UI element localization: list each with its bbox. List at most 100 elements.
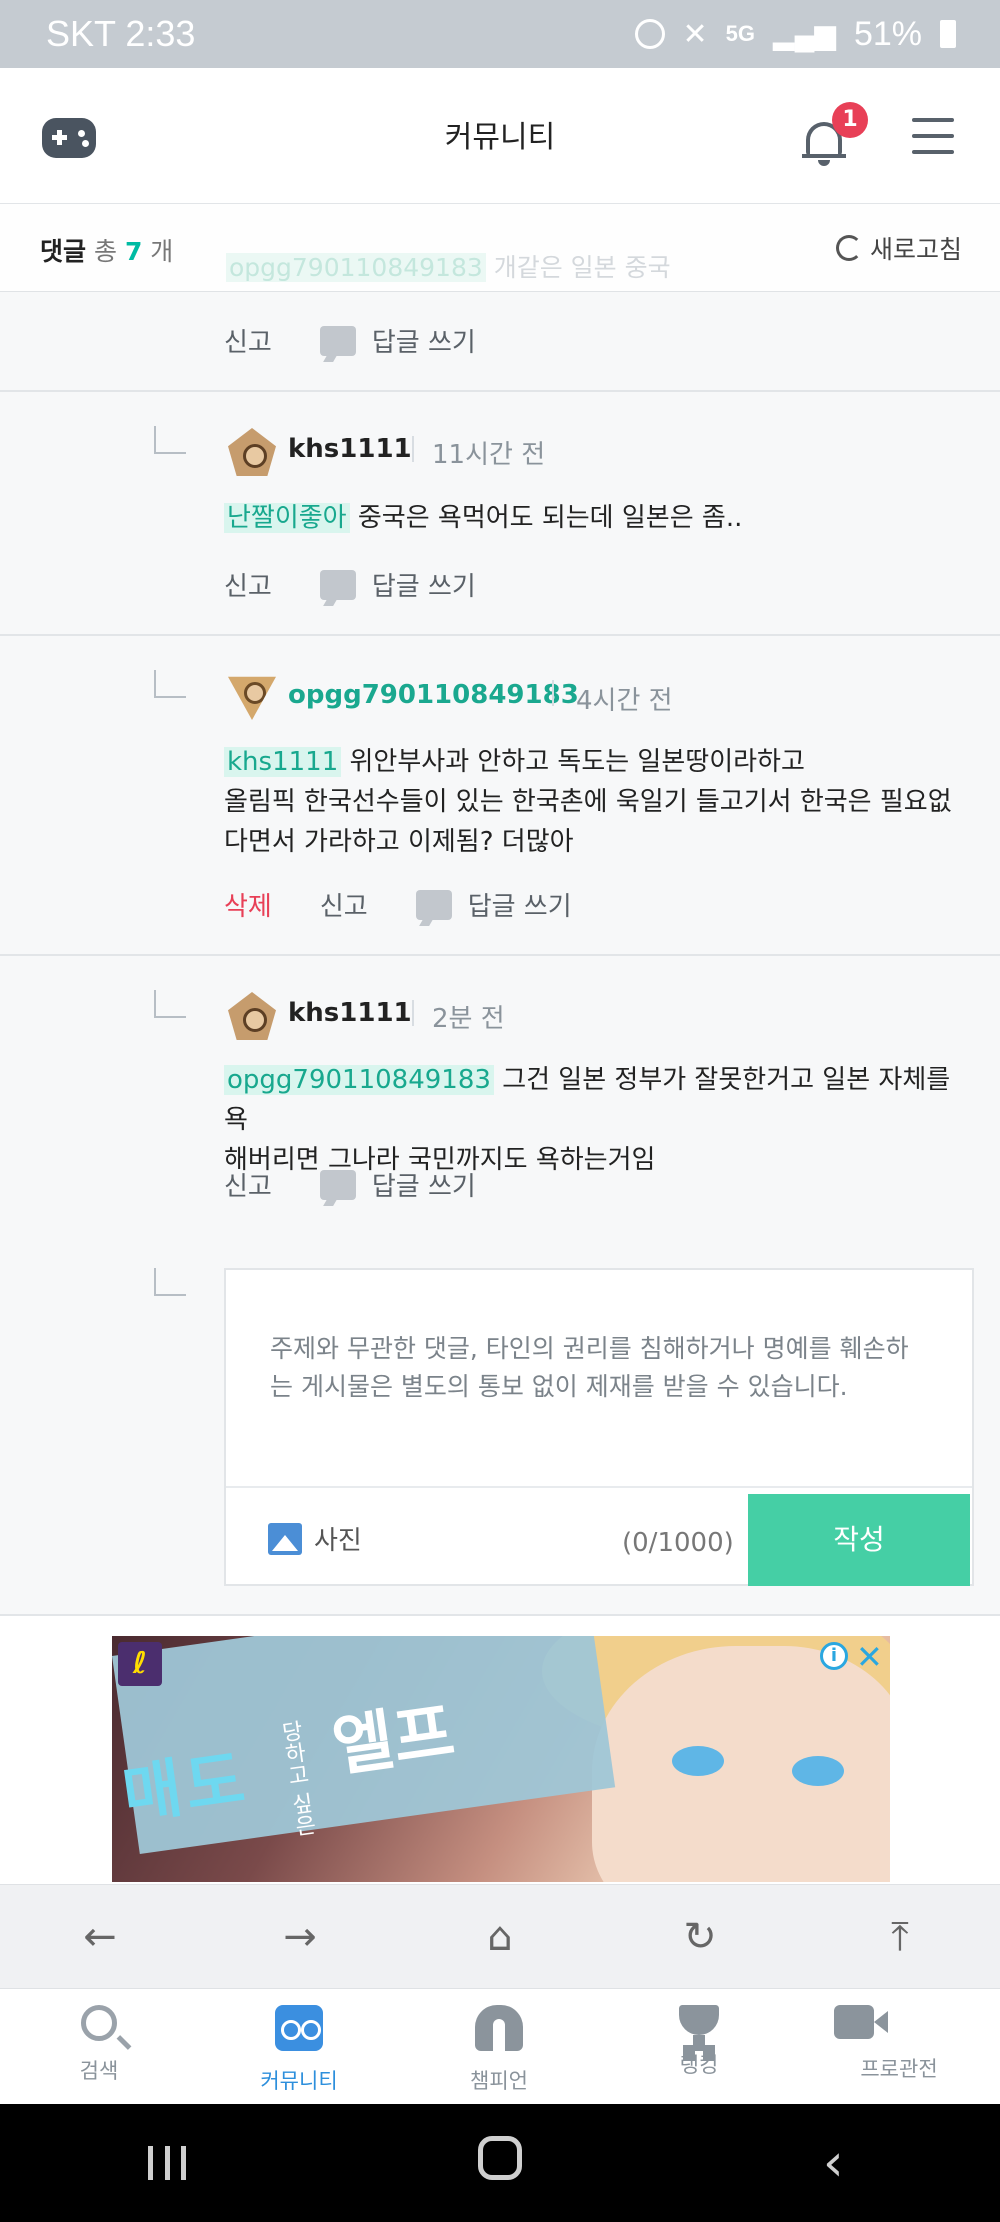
ad-banner[interactable]: 매도 당하고 싶은 엘프 ℓ i ✕ [112,1636,890,1882]
signal-icon: ▂▄▆ [773,18,836,50]
reply-button[interactable]: 답글 쓰기 [372,566,476,603]
ad-close-icon[interactable]: ✕ [856,1638,883,1676]
back-button[interactable]: ‹ [783,2133,883,2193]
nav-label: 프로관전 [860,2057,938,2081]
comment-item: 신고 답글 쓰기 [0,292,1000,392]
mention-tag[interactable]: opgg790110849183 [224,1065,494,1095]
trophy-icon [679,2005,719,2051]
comment-time: 2분 전 [432,1004,505,1034]
comment-actions: 신고 답글 쓰기 [224,322,476,359]
comment-count-label: 댓글 총 7 개 [40,232,173,268]
placeholder-line1: 주제와 무관한 댓글, 타인의 권리를 침해하거나 명예를 훼손하 [270,1334,909,1363]
scroll-top-icon[interactable]: ⤒ [870,1914,930,1960]
status-bar: SKT 2:33 ✕ 5G ▂▄▆ 51% [0,0,1000,68]
nav-item-search[interactable]: 검색 [34,2005,164,2085]
reply-editor[interactable]: 주제와 무관한 댓글, 타인의 권리를 침해하거나 명예를 훼손하 는 게시물은… [224,1268,974,1586]
mention-tag[interactable]: khs1111 [224,747,342,777]
reply-button[interactable]: 답글 쓰기 [468,886,572,923]
divider [552,680,554,706]
comment-body-line3: 다면서 가라하고 이제됨? 더많아 [224,827,574,857]
report-button[interactable]: 신고 [320,886,368,923]
faded-text: 개같은 일본 중국 [493,253,671,282]
nav-item-community[interactable]: 커뮤니티 [234,2005,364,2095]
reload-icon[interactable]: ↻ [670,1914,730,1960]
comment-time: 4시간 전 [576,686,673,716]
comment-item: khs1111 11시간 전 난짤이좋아 중국은 욕먹어도 되는데 일본은 좀.… [0,392,1000,636]
reply-button[interactable]: 답글 쓰기 [372,322,476,359]
comment-author[interactable]: opgg790110849183 [288,680,579,710]
photo-button[interactable]: 사진 [268,1520,362,1557]
divider [412,1000,414,1026]
chevron-left-icon: ‹ [822,2133,844,2193]
image-icon [268,1522,302,1555]
nav-label: 챔피언 [470,2069,528,2093]
reply-elbow-icon [154,990,186,1018]
nav-label: 랭킹 [679,2053,719,2077]
report-button[interactable]: 신고 [224,1166,272,1203]
submit-button[interactable]: 작성 [748,1494,970,1586]
reply-elbow-icon [154,670,186,698]
comment-item: opgg790110849183 4시간 전 khs1111 위안부사과 안하고… [0,636,1000,956]
menu-icon[interactable] [912,118,954,166]
comment-author[interactable]: khs1111 [288,998,412,1028]
faded-mention: opgg790110849183 [226,253,486,282]
alarm-icon [634,19,665,49]
comment-body-line2: 올림픽 한국선수들이 있는 한국촌에 욱일기 들고기서 한국은 필요없 [224,787,952,817]
ad-illustration-eye [672,1746,724,1776]
home-button[interactable] [450,2133,550,2193]
forward-icon[interactable]: → [270,1914,330,1960]
system-nav-bar: ‹ [0,2104,1000,2222]
nav-label: 커뮤니티 [260,2069,338,2093]
battery-text: 51% [853,14,922,53]
bottom-nav: 검색 커뮤니티 챔피언 랭킹 프로관전 [0,1988,1000,2104]
photo-label: 사진 [314,1526,362,1556]
ad-text-title: 엘프 [327,1692,459,1787]
delete-button[interactable]: 삭제 [224,886,272,923]
ad-area: 매도 당하고 싶은 엘프 ℓ i ✕ [0,1616,1000,1884]
ad-illustration-eye [792,1756,844,1786]
tier-badge-icon [228,992,276,1040]
report-button[interactable]: 신고 [224,322,272,359]
community-icon [275,2005,323,2051]
comment-text: opgg790110849183 그건 일본 정부가 잘못한거고 일본 자체를 … [224,1060,964,1180]
nav-item-pro-watch[interactable]: 프로관전 [834,2005,964,2083]
placeholder-line2: 는 게시물은 별도의 통보 없이 제재를 받을 수 있습니다. [270,1372,848,1401]
editor-placeholder[interactable]: 주제와 무관한 댓글, 타인의 권리를 침해하거나 명예를 훼손하 는 게시물은… [270,1330,930,1406]
reply-elbow-icon [154,1268,186,1296]
browser-toolbar: ← → ⌂ ↻ ⤒ [0,1884,1000,1988]
char-count: (0/1000) [622,1528,734,1558]
nav-item-ranking[interactable]: 랭킹 [634,2005,764,2079]
comment-body: 위안부사과 안하고 독도는 일본땅이라하고 [349,747,805,777]
comment-actions: 신고 답글 쓰기 [224,1166,476,1203]
refresh-icon [835,235,862,261]
notification-badge: 1 [832,102,868,138]
ad-info-icon[interactable]: i [820,1642,848,1670]
comments-label: 댓글 [40,237,87,266]
divider [412,436,414,462]
refresh-button[interactable]: 새로고침 [835,230,962,266]
reply-icon [319,569,356,600]
refresh-label: 새로고침 [869,235,962,264]
comment-body: 중국은 욕먹어도 되는데 일본은 좀.. [357,503,743,533]
recents-button[interactable] [117,2133,217,2193]
ad-text-main: 매도 [118,1742,254,1834]
recents-icon [147,2146,186,2180]
reply-elbow-icon [154,426,186,454]
report-button[interactable]: 신고 [224,566,272,603]
battery-icon [940,20,956,48]
reply-button[interactable]: 답글 쓰기 [372,1166,476,1203]
mention-tag[interactable]: 난짤이좋아 [224,503,350,533]
nav-item-champion[interactable]: 챔피언 [434,2005,564,2095]
tier-badge-icon [228,676,276,720]
faded-comment-text: opgg790110849183 개같은 일본 중국 [226,248,671,284]
home-icon[interactable]: ⌂ [470,1914,530,1960]
back-icon[interactable]: ← [70,1914,130,1960]
home-circle-icon [477,2136,522,2180]
editor-footer: 사진 (0/1000) 작성 [226,1486,972,1586]
ad-logo-icon: ℓ [118,1642,162,1686]
reply-icon [319,1169,356,1200]
comment-text: khs1111 위안부사과 안하고 독도는 일본땅이라하고 올림픽 한국선수들이… [224,742,964,862]
total-prefix: 총 [93,237,117,266]
comment-author[interactable]: khs1111 [288,434,412,464]
search-icon [81,2005,117,2041]
